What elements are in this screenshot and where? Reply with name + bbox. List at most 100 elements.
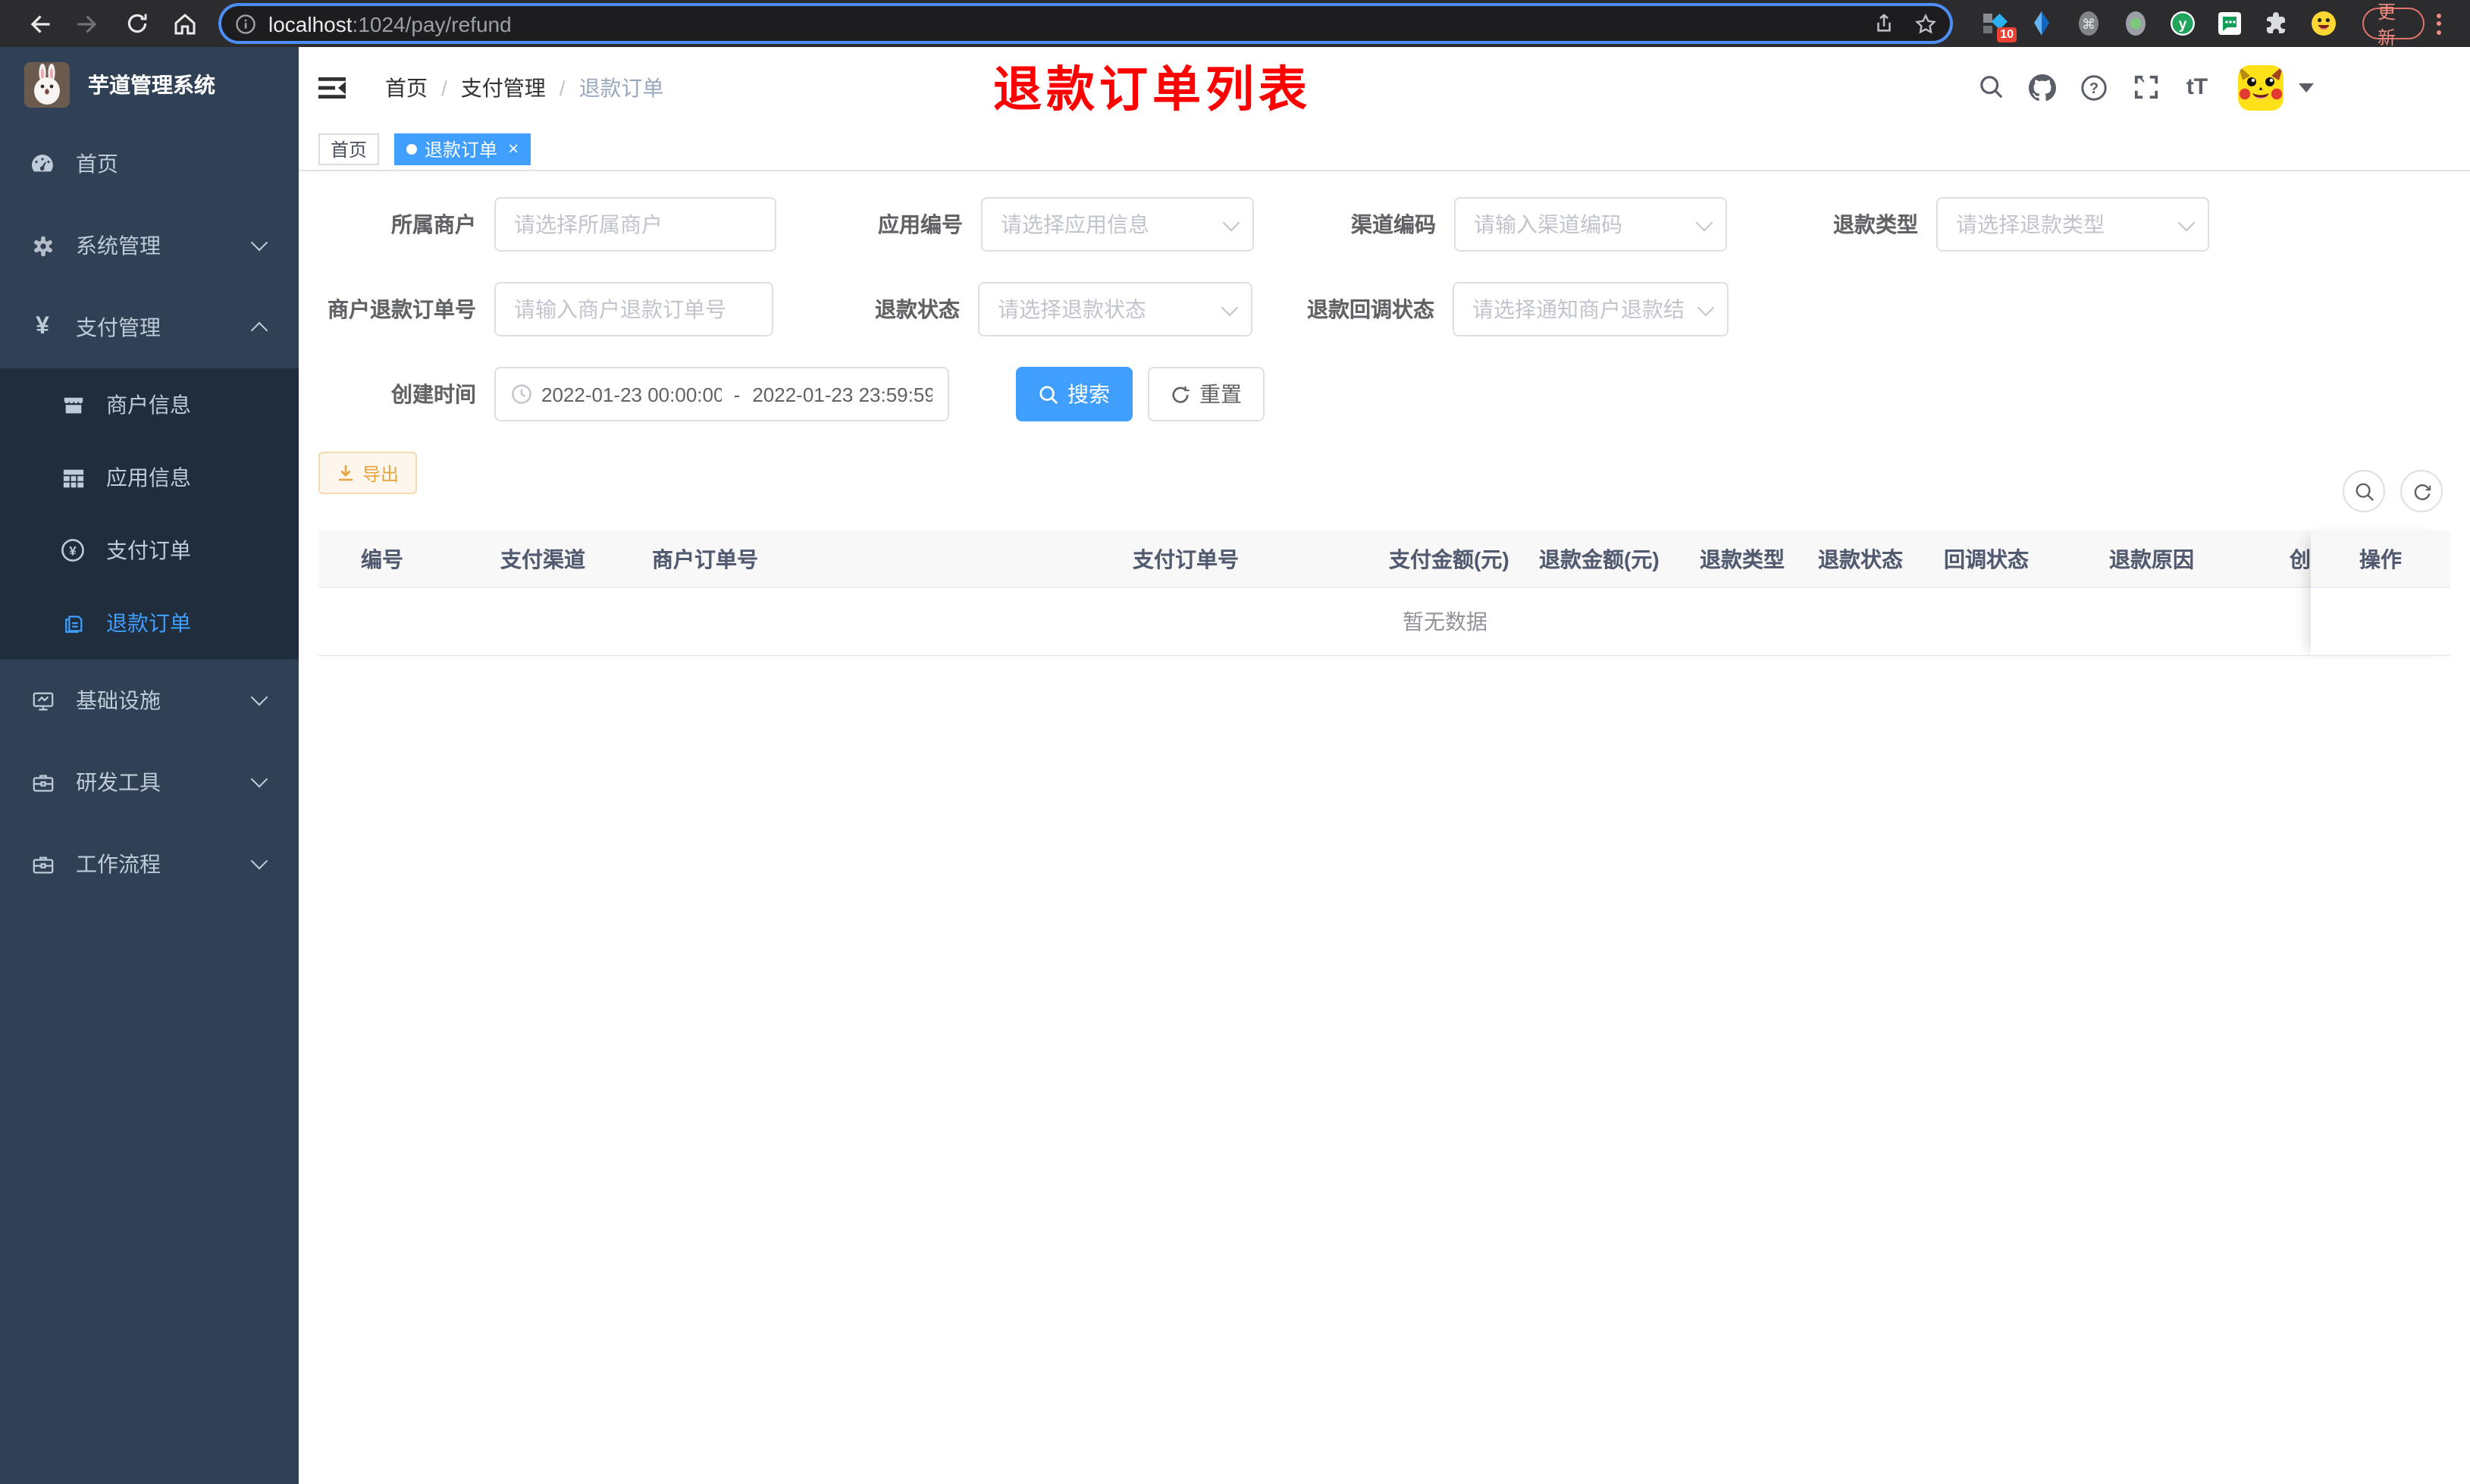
svg-text:¥: ¥	[69, 543, 77, 558]
logo-image	[24, 62, 70, 108]
sidebar-item-refund-order[interactable]: 退款订单	[0, 587, 299, 659]
profile-emoji-icon[interactable]	[2311, 11, 2337, 36]
extension-grid-icon[interactable]: 10	[1982, 11, 2017, 42]
chevron-down-icon	[250, 233, 268, 252]
browser-toolbar: localhost:1024/pay/refund 10 ⌘ y 更新	[0, 0, 2470, 48]
address-bar[interactable]: localhost:1024/pay/refund	[221, 6, 1950, 41]
search-icon[interactable]	[1977, 74, 2005, 101]
column-header: 商户订单号	[652, 546, 758, 571]
table-header-row: 编号 支付渠道 商户订单号 支付订单号 支付金额(元) 退款金额(元) 退款类型…	[318, 531, 2450, 588]
close-icon[interactable]: ×	[508, 139, 519, 158]
avatar[interactable]	[2238, 64, 2283, 110]
reset-button[interactable]: 重置	[1148, 367, 1265, 421]
toolbox-icon	[30, 852, 55, 876]
notify-status-select[interactable]	[1453, 282, 1729, 337]
search-icon	[1039, 384, 1058, 404]
create-time-range-picker[interactable]: 2022-01-23 00:00:00 - 2022-01-23 23:59:5…	[494, 367, 949, 421]
sidebar-item-system[interactable]: 系统管理	[0, 205, 299, 286]
help-icon[interactable]: ?	[2080, 74, 2108, 101]
extension-record-icon[interactable]	[2123, 11, 2149, 36]
active-dot	[406, 143, 418, 154]
fullscreen-icon[interactable]	[2132, 74, 2159, 101]
sidebar-item-pay[interactable]: ¥ 支付管理	[0, 286, 299, 368]
extension-kite-icon[interactable]	[2029, 11, 2055, 36]
grid-icon	[61, 465, 85, 490]
tag-refund-order[interactable]: 退款订单 ×	[394, 133, 531, 164]
date-separator: -	[733, 383, 741, 405]
caret-down-icon[interactable]	[2299, 83, 2314, 92]
svg-text:y: y	[2179, 17, 2187, 33]
refresh-table-button[interactable]	[2400, 470, 2443, 512]
sidebar-item-label: 商户信息	[106, 393, 191, 417]
browser-menu-icon[interactable]	[2437, 13, 2441, 34]
toggle-search-button[interactable]	[2343, 470, 2385, 512]
sidebar-item-app-info[interactable]: 应用信息	[0, 441, 299, 514]
sidebar-collapse-icon[interactable]	[318, 74, 346, 101]
sidebar-item-label: 应用信息	[106, 465, 191, 490]
site-info-icon[interactable]	[235, 13, 256, 34]
extension-y-icon[interactable]: y	[2170, 11, 2196, 36]
back-icon[interactable]	[26, 10, 53, 37]
search-button[interactable]: 搜索	[1016, 367, 1133, 421]
extension-badge: 10	[1997, 27, 2017, 42]
merchant-refund-no-input[interactable]	[494, 282, 773, 337]
extensions-puzzle-icon[interactable]	[2264, 11, 2290, 36]
sidebar-item-label: 研发工具	[76, 770, 161, 794]
column-header: 退款原因	[2109, 546, 2194, 571]
sidebar-item-pay-order[interactable]: ¥ 支付订单	[0, 514, 299, 587]
url-host: localhost	[268, 11, 353, 36]
sidebar-item-label: 基础设施	[76, 688, 161, 712]
sidebar-item-merchant-info[interactable]: 商户信息	[0, 368, 299, 441]
browser-update-button[interactable]: 更新	[2362, 1, 2425, 48]
github-icon[interactable]	[2029, 74, 2056, 101]
dashboard-icon	[30, 152, 55, 176]
share-icon[interactable]	[1873, 12, 1895, 35]
sidebar-item-infra[interactable]: 基础设施	[0, 659, 299, 741]
field-label: 退款回调状态	[1307, 297, 1434, 321]
extension-chat-icon[interactable]	[2217, 11, 2243, 36]
refresh-icon	[1171, 384, 1190, 404]
merchant-select[interactable]	[494, 197, 776, 252]
reload-icon[interactable]	[123, 10, 150, 37]
forward-icon[interactable]	[74, 10, 102, 37]
navbar-actions: ? tT	[1953, 64, 2314, 110]
sidebar: 芋道管理系统 首页 系统管理 ¥ 支付管理 商户信息 应用信息 ¥ 支付订单 退…	[0, 47, 299, 1484]
field-label: 所属商户	[391, 212, 476, 236]
breadcrumb-separator: /	[441, 75, 447, 99]
refund-table: 编号 支付渠道 商户订单号 支付订单号 支付金额(元) 退款金额(元) 退款类型…	[318, 531, 2450, 656]
toolbox-icon	[30, 770, 55, 794]
breadcrumb-pay[interactable]: 支付管理	[461, 72, 546, 102]
table-empty-row: 暂无数据	[318, 588, 2450, 656]
sidebar-item-devtools[interactable]: 研发工具	[0, 741, 299, 823]
table-toolbar: 导出	[318, 452, 2450, 512]
sidebar-item-label: 退款订单	[106, 611, 191, 635]
column-header: 回调状态	[1944, 546, 2029, 571]
chevron-up-icon	[250, 321, 268, 340]
app-logo[interactable]: 芋道管理系统	[0, 47, 299, 123]
breadcrumb-separator: /	[559, 75, 566, 99]
app-select[interactable]	[981, 197, 1254, 252]
tag-home[interactable]: 首页	[318, 133, 380, 164]
bookmark-star-icon[interactable]	[1914, 12, 1936, 35]
breadcrumb-home[interactable]: 首页	[385, 72, 428, 102]
refund-type-select[interactable]	[1936, 197, 2209, 252]
pay-submenu: 商户信息 应用信息 ¥ 支付订单 退款订单	[0, 368, 299, 659]
refund-status-select[interactable]	[978, 282, 1252, 337]
url-text[interactable]: localhost:1024/pay/refund	[268, 11, 512, 36]
column-header: 支付订单号	[1133, 546, 1239, 571]
font-size-icon[interactable]: tT	[2183, 74, 2211, 101]
navbar: 首页 / 支付管理 / 退款订单 ? tT	[299, 47, 2470, 127]
sidebar-item-home[interactable]: 首页	[0, 123, 299, 205]
column-header: 退款状态	[1818, 546, 1903, 571]
extension-command-icon[interactable]: ⌘	[2076, 11, 2102, 36]
home-icon[interactable]	[171, 10, 199, 37]
monitor-chart-icon	[30, 688, 55, 712]
chevron-down-icon	[250, 852, 268, 870]
export-button[interactable]: 导出	[318, 452, 418, 494]
channel-code-select[interactable]	[1454, 197, 1727, 252]
sidebar-item-workflow[interactable]: 工作流程	[0, 823, 299, 905]
filter-form: 所属商户 应用编号 渠道编码	[318, 171, 2450, 421]
breadcrumb: 首页 / 支付管理 / 退款订单	[385, 72, 664, 102]
fixed-action-column: 操作	[2311, 531, 2450, 656]
column-header: 支付金额(元)	[1389, 546, 1509, 571]
